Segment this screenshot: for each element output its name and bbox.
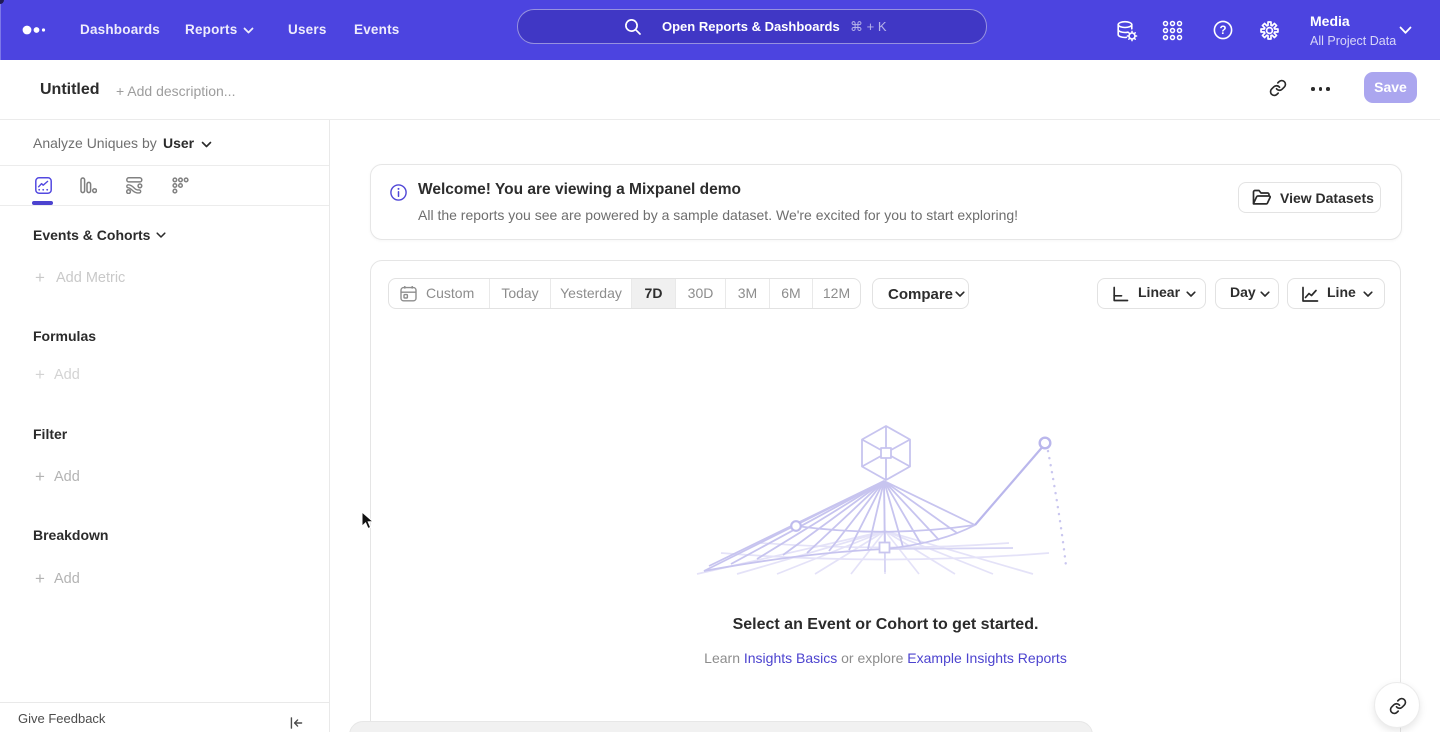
svg-text:?: ? xyxy=(1219,25,1226,37)
